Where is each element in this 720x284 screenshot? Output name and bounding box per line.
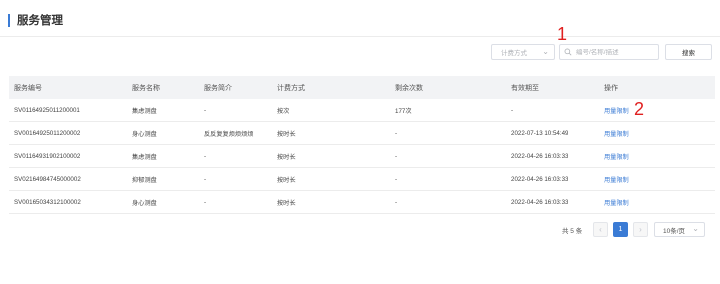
title-accent-bar bbox=[8, 13, 10, 27]
cell-valid-until: 2022-04-26 16:03:33 bbox=[511, 152, 569, 160]
cell-service-name: 身心测盘 bbox=[132, 199, 157, 207]
cell-service-intro: - bbox=[204, 175, 207, 183]
cell-remaining-count: - bbox=[395, 175, 398, 183]
cell-service-id: SV02164984745000002 bbox=[14, 175, 81, 183]
header-billing-method: 计费方式 bbox=[277, 84, 305, 92]
usage-limit-link[interactable]: 用量限制 bbox=[604, 106, 629, 115]
cell-valid-until: 2022-04-26 16:03:33 bbox=[511, 175, 569, 183]
chevron-right-icon: › bbox=[639, 225, 642, 234]
chevron-down-icon: ⌄ bbox=[692, 224, 699, 233]
cell-valid-until: 2022-04-26 16:03:33 bbox=[511, 198, 569, 206]
table-row: SV02164984745000002 抑郁测盘 - 按时长 - 2022-04… bbox=[9, 168, 715, 191]
billing-method-select-value: 计费方式 bbox=[501, 50, 527, 57]
cell-billing-method: 按时长 bbox=[277, 176, 296, 184]
cell-remaining-count: 177次 bbox=[395, 107, 412, 115]
cell-remaining-count: - bbox=[395, 129, 398, 137]
pagination: 共 5 条 ‹ 1 › 10条/页 ⌄ bbox=[0, 222, 720, 237]
table-row: SV00165034312100002 身心测盘 - 按时长 - 2022-04… bbox=[9, 191, 715, 214]
table-header: 服务编号 服务名称 服务简介 计费方式 剩余次数 有效期至 操作 bbox=[9, 76, 715, 99]
cell-service-id: SV01164925011200001 bbox=[14, 106, 80, 114]
usage-limit-link[interactable]: 用量限制 bbox=[604, 152, 629, 161]
cell-billing-method: 按时长 bbox=[277, 130, 296, 138]
chevron-down-icon: ⌄ bbox=[542, 47, 549, 56]
search-field[interactable] bbox=[559, 44, 659, 60]
cell-valid-until: - bbox=[511, 106, 514, 114]
search-icon bbox=[564, 48, 572, 56]
cell-remaining-count: - bbox=[395, 152, 398, 160]
cell-service-name: 集虑测盘 bbox=[132, 153, 157, 161]
header-actions: 操作 bbox=[604, 84, 618, 92]
page-header: 服务管理 bbox=[8, 13, 63, 27]
cell-service-intro: - bbox=[204, 198, 207, 206]
cell-service-intro: - bbox=[204, 152, 207, 160]
prev-page-button[interactable]: ‹ bbox=[593, 222, 608, 237]
usage-limit-link[interactable]: 用量限制 bbox=[604, 175, 629, 184]
header-service-intro: 服务简介 bbox=[204, 84, 232, 92]
usage-limit-link[interactable]: 用量限制 bbox=[604, 198, 629, 207]
search-button[interactable]: 搜索 bbox=[665, 44, 712, 60]
cell-service-name: 抑郁测盘 bbox=[132, 176, 157, 184]
header-remaining-count: 剩余次数 bbox=[395, 84, 423, 92]
page-number-button[interactable]: 1 bbox=[613, 222, 628, 237]
cell-remaining-count: - bbox=[395, 198, 398, 206]
table-row: SV00164925011200002 身心测盘 反反复复烦烦烦烦 按时长 - … bbox=[9, 122, 715, 145]
cell-service-intro: 反反复复烦烦烦烦 bbox=[204, 130, 254, 138]
service-table: 服务编号 服务名称 服务简介 计费方式 剩余次数 有效期至 操作 SV01164… bbox=[9, 76, 715, 214]
pagination-total: 共 5 条 bbox=[562, 228, 583, 235]
billing-method-select[interactable]: 计费方式 ⌄ bbox=[491, 44, 555, 60]
next-page-button[interactable]: › bbox=[633, 222, 648, 237]
cell-billing-method: 按时长 bbox=[277, 153, 296, 161]
header-valid-until: 有效期至 bbox=[511, 84, 539, 92]
search-input[interactable] bbox=[576, 48, 656, 56]
cell-service-name: 集虑测盘 bbox=[132, 107, 157, 115]
cell-service-id: SV00164925011200002 bbox=[14, 129, 81, 137]
header-service-id: 服务编号 bbox=[14, 84, 42, 92]
annotation-marker-1: 1 bbox=[557, 24, 568, 44]
page-title: 服务管理 bbox=[17, 15, 63, 27]
chevron-left-icon: ‹ bbox=[599, 225, 602, 234]
cell-service-name: 身心测盘 bbox=[132, 130, 157, 138]
table-row: SV01164925011200001 集虑测盘 - 按次 177次 - 用量限… bbox=[9, 99, 715, 122]
cell-billing-method: 按时长 bbox=[277, 199, 296, 207]
cell-service-intro: - bbox=[204, 106, 207, 114]
cell-service-id: SV00165034312100002 bbox=[14, 198, 81, 206]
table-row: SV01164931902100002 集虑测盘 - 按时长 - 2022-04… bbox=[9, 145, 715, 168]
header-divider bbox=[0, 36, 720, 37]
cell-valid-until: 2022-07-13 10:54:49 bbox=[511, 129, 569, 137]
usage-limit-link[interactable]: 用量限制 bbox=[604, 129, 629, 138]
page-size-select[interactable]: 10条/页 ⌄ bbox=[654, 222, 705, 237]
cell-billing-method: 按次 bbox=[277, 107, 290, 115]
page-size-value: 10条/页 bbox=[663, 227, 686, 235]
header-service-name: 服务名称 bbox=[132, 84, 160, 92]
cell-service-id: SV01164931902100002 bbox=[14, 152, 81, 160]
